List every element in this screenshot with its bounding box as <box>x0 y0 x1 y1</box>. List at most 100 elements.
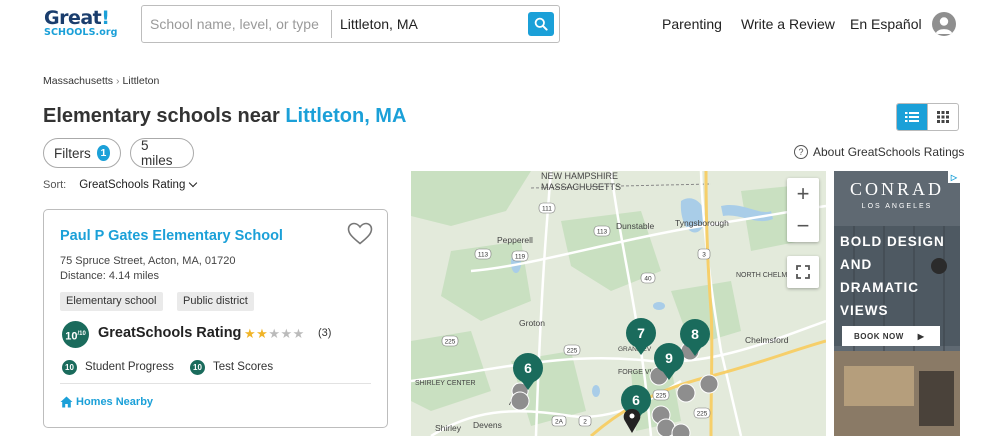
fullscreen-icon <box>796 265 810 279</box>
school-card: Paul P Gates Elementary School 75 Spruce… <box>43 209 388 428</box>
route-number: 225 <box>567 348 578 355</box>
logo-bang: ! <box>101 7 110 29</box>
greatschools-logo[interactable]: Great! SCHOOLS.org <box>44 9 120 39</box>
rating-value: 10 <box>65 330 78 343</box>
nav-write-review[interactable]: Write a Review <box>741 16 835 32</box>
star-icon: ★ <box>244 326 257 341</box>
route-shield: 225 <box>652 389 670 401</box>
breadcrumb-separator: › <box>116 75 120 87</box>
nav-espanol[interactable]: En Español <box>850 16 922 32</box>
distance-button[interactable]: 5 miles <box>130 138 194 168</box>
list-icon <box>905 112 920 122</box>
tag-public-district: Public district <box>177 292 254 311</box>
test-scores-badge: 10 <box>190 360 205 375</box>
logo-subtext: SCHOOLS.org <box>44 27 118 38</box>
route-shield: 40 <box>640 272 656 284</box>
star-icon: ★ <box>280 326 293 341</box>
question-icon: ? <box>794 145 808 159</box>
route-number: 2 <box>583 419 587 426</box>
zoom-in-button[interactable]: + <box>787 178 819 210</box>
ad-headline-line: AND <box>840 257 873 272</box>
route-number: 2A <box>555 419 564 426</box>
review-count[interactable]: (3) <box>318 327 331 339</box>
route-shield: 225 <box>441 335 459 347</box>
marker-rating: 6 <box>524 360 532 376</box>
route-shield: 225 <box>693 407 711 419</box>
filters-label: Filters <box>54 145 91 161</box>
nav-parenting[interactable]: Parenting <box>662 16 722 32</box>
ad-button-label: BOOK NOW <box>854 331 904 341</box>
map[interactable]: 111 113 113 3 119 40 225 225 225 225 2A … <box>411 171 826 436</box>
route-number: 3 <box>702 252 706 259</box>
state-label-nh: NEW HAMPSHIRE <box>541 171 618 181</box>
rating-max: /10 <box>77 331 86 337</box>
breadcrumb: Massachusetts › Littleton <box>43 75 159 87</box>
logo-text: Great <box>44 7 102 29</box>
user-avatar-icon[interactable] <box>932 12 956 36</box>
breadcrumb-massachusetts[interactable]: Massachusetts <box>43 75 113 87</box>
advertisement[interactable]: ▷ CONRAD LOS ANGELES BOLD DESIGN AND DRA… <box>834 171 960 436</box>
route-number: 113 <box>478 252 489 259</box>
ad-brand: CONRAD <box>849 179 944 199</box>
breadcrumb-littleton[interactable]: Littleton <box>123 75 160 87</box>
home-icon <box>60 396 73 408</box>
about-ratings-link[interactable]: ? About GreatSchools Ratings <box>794 145 964 159</box>
route-number: 111 <box>542 206 552 213</box>
route-number: 119 <box>515 254 526 261</box>
route-shield: 3 <box>697 248 711 260</box>
view-toggle <box>896 103 959 131</box>
page-title-text: Elementary schools near <box>43 105 286 127</box>
school-search-input[interactable] <box>142 6 332 42</box>
place-label: Devens <box>473 420 502 430</box>
fullscreen-button[interactable] <box>787 256 819 288</box>
marker-rating: 7 <box>637 325 645 341</box>
ad-book-now-button[interactable]: BOOK NOW ▶ <box>842 326 940 346</box>
route-shield: 2A <box>551 415 567 427</box>
homes-nearby-label: Homes Nearby <box>76 396 154 408</box>
route-number: 225 <box>697 411 708 418</box>
ad-headline-line: VIEWS <box>840 303 889 318</box>
grid-icon <box>937 111 950 123</box>
location-input[interactable] <box>332 6 522 42</box>
distance-label: 5 miles <box>141 138 173 168</box>
route-number: 40 <box>644 276 652 283</box>
zoom-control: + − <box>787 178 819 242</box>
sort-label: Sort: <box>43 179 67 191</box>
list-view-button[interactable] <box>897 104 928 130</box>
star-icon: ★ <box>268 326 281 341</box>
sort-dropdown[interactable]: GreatSchools Rating <box>79 178 198 191</box>
heart-icon[interactable] <box>347 222 373 246</box>
ad-headline-line: BOLD DESIGN <box>840 234 945 249</box>
filters-count-badge: 1 <box>96 145 110 161</box>
chevron-down-icon <box>189 178 198 188</box>
place-label: Chelmsford <box>745 335 789 345</box>
place-label: Groton <box>519 318 545 328</box>
place-label: Tyngsborough <box>675 218 729 228</box>
school-name-link[interactable]: Paul P Gates Elementary School <box>60 228 283 244</box>
search-icon <box>534 17 548 31</box>
filters-button[interactable]: Filters 1 <box>43 138 121 168</box>
homes-nearby-link[interactable]: Homes Nearby <box>60 396 153 408</box>
grid-view-button[interactable] <box>927 104 958 130</box>
ad-subtitle: LOS ANGELES <box>861 203 933 210</box>
search-button[interactable] <box>528 12 554 36</box>
ad-headline-line: DRAMATIC <box>840 280 919 295</box>
marker-rating: 6 <box>632 392 640 408</box>
search-bar <box>141 5 560 43</box>
page-title: Elementary schools near Littleton, MA <box>43 105 406 128</box>
test-scores-label: Test Scores <box>213 361 274 373</box>
zoom-out-button[interactable]: − <box>787 210 819 242</box>
page-title-location[interactable]: Littleton, MA <box>285 105 406 127</box>
state-label-ma: MASSACHUSETTS <box>541 182 621 192</box>
site-header: Great! SCHOOLS.org Parenting Write a Rev… <box>0 0 1000 50</box>
route-number: 225 <box>445 339 456 346</box>
rating-label: GreatSchools Rating <box>98 325 242 341</box>
sort-value: GreatSchools Rating <box>79 179 186 191</box>
student-progress-badge: 10 <box>62 360 77 375</box>
marker-rating: 9 <box>665 350 673 366</box>
route-number: 225 <box>656 393 667 400</box>
school-address: 75 Spruce Street, Acton, MA, 01720 <box>60 255 236 267</box>
sort-control: Sort: GreatSchools Rating <box>43 178 198 191</box>
tag-elementary: Elementary school <box>60 292 163 311</box>
school-address-block: 75 Spruce Street, Acton, MA, 01720 Dista… <box>60 254 236 284</box>
